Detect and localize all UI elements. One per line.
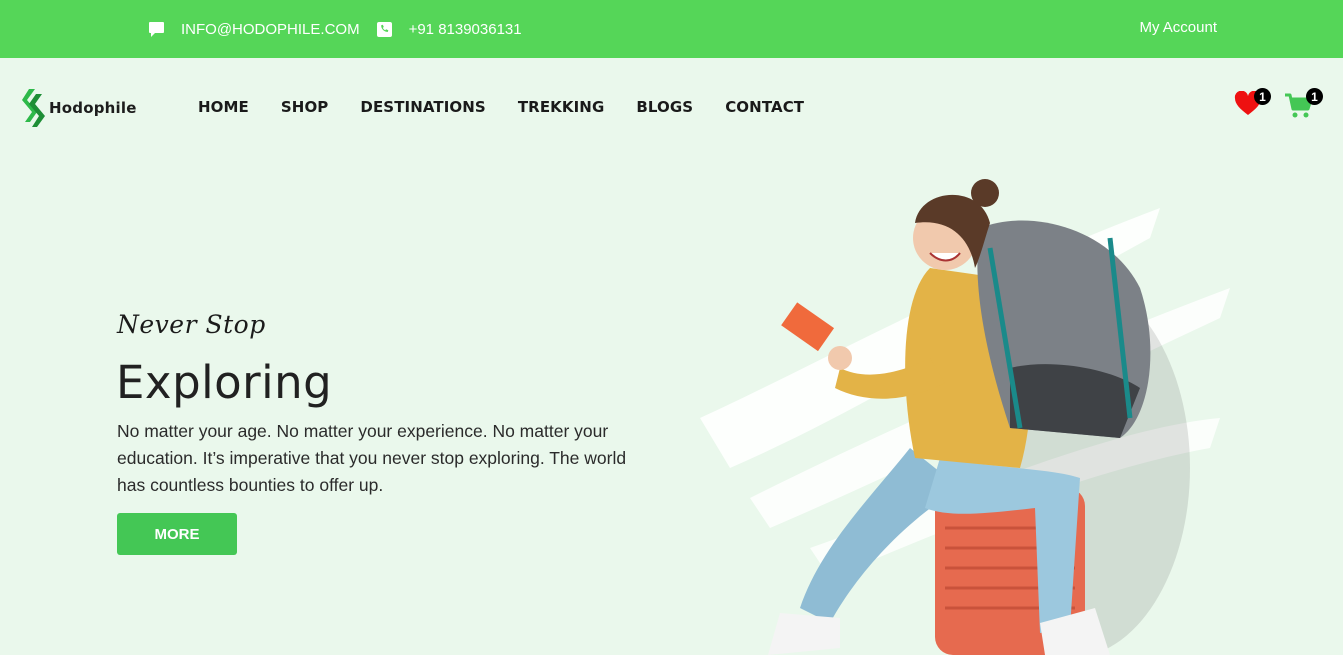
- email-text[interactable]: INFO@HODOPHILE.COM: [181, 21, 360, 38]
- hero-description: No matter your age. No matter your exper…: [117, 421, 627, 495]
- phone-text[interactable]: +91 8139036131: [409, 21, 522, 38]
- logo-mark-icon: [22, 89, 45, 127]
- main-nav: HOME SHOP DESTINATIONS TREKKING BLOGS CO…: [198, 98, 836, 116]
- wishlist-button[interactable]: 1: [1234, 88, 1271, 122]
- hero-tagline: Never Stop: [117, 310, 266, 339]
- cart-button[interactable]: 1: [1284, 88, 1323, 126]
- main-header: Hodophile HOME SHOP DESTINATIONS TREKKIN…: [0, 58, 1343, 158]
- nav-trekking[interactable]: TREKKING: [518, 98, 605, 116]
- phone-icon: [376, 21, 393, 38]
- email-item[interactable]: INFO@HODOPHILE.COM: [148, 21, 360, 38]
- cart-count-badge: 1: [1306, 88, 1323, 105]
- nav-blogs[interactable]: BLOGS: [636, 98, 693, 116]
- nav-destinations[interactable]: DESTINATIONS: [360, 98, 485, 116]
- my-account-link[interactable]: My Account: [1139, 0, 1217, 54]
- wishlist-count-badge: 1: [1254, 88, 1271, 105]
- chat-icon: [148, 21, 165, 38]
- contact-info: INFO@HODOPHILE.COM +91 8139036131: [148, 0, 538, 58]
- logo[interactable]: Hodophile: [21, 88, 137, 128]
- hero-traveler-image: [700, 179, 1230, 655]
- top-bar: INFO@HODOPHILE.COM +91 8139036131 My Acc…: [0, 0, 1343, 58]
- nav-home[interactable]: HOME: [198, 98, 249, 116]
- phone-item[interactable]: +91 8139036131: [376, 21, 522, 38]
- nav-contact[interactable]: CONTACT: [725, 98, 804, 116]
- nav-shop[interactable]: SHOP: [281, 98, 329, 116]
- logo-text: Hodophile: [49, 99, 137, 117]
- more-button[interactable]: MORE: [117, 513, 237, 555]
- hero-title: Exploring: [116, 356, 333, 409]
